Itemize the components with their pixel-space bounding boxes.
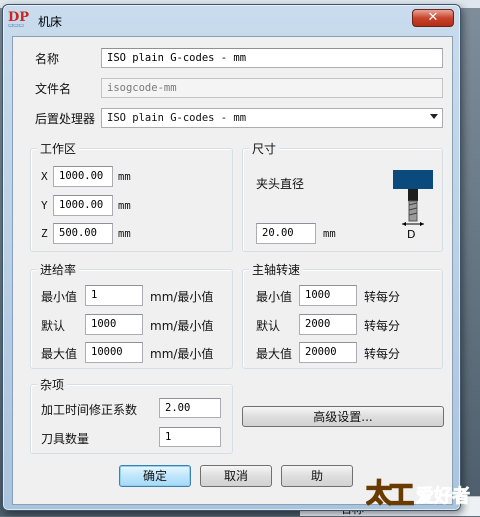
close-icon: ✕ (427, 10, 439, 25)
chuck-diameter-diagram-icon: D (393, 170, 433, 240)
feed-min-unit: mm/最小值 (150, 290, 214, 304)
x-label: X (41, 170, 48, 183)
svg-text:爱好者: 爱好者 (416, 485, 470, 507)
postprocessor-select[interactable]: ISO plain G-codes - mm (101, 108, 443, 128)
spindle-max-input[interactable]: 20000 (299, 342, 357, 363)
chevron-down-icon (430, 114, 438, 119)
feed-max-input[interactable]: 10000 (85, 342, 143, 363)
spindle-max-label: 最大值 (256, 347, 293, 361)
cancel-button[interactable]: 取消 (200, 465, 272, 487)
size-title: 尺寸 (249, 140, 280, 157)
machine-dialog: DP ▭▭▭ 机床 ✕ 名称 ISO plain G-codes - mm 文件名… (2, 4, 461, 511)
ok-button[interactable]: 确定 (119, 465, 191, 487)
y-unit: mm (118, 200, 131, 212)
spindle-min-input[interactable]: 1000 (299, 285, 357, 306)
help-button[interactable]: 助 (281, 465, 353, 487)
spindle-max-unit: 转每分 (364, 347, 401, 361)
name-input[interactable]: ISO plain G-codes - mm (101, 48, 443, 68)
feed-min-input[interactable]: 1 (85, 285, 143, 306)
x-unit: mm (118, 171, 131, 183)
svg-text:工: 工 (388, 481, 414, 511)
filename-label: 文件名 (35, 82, 72, 96)
watermark-logo: 太 工 爱好者 (366, 478, 470, 512)
feed-max-unit: mm/最小值 (150, 347, 214, 361)
z-label: Z (41, 227, 48, 240)
help-button-label: 助 (310, 469, 323, 483)
spindle-default-label: 默认 (256, 319, 281, 333)
dialog-client-area: 名称 ISO plain G-codes - mm 文件名 isogcode-m… (12, 36, 453, 505)
misc-title: 杂项 (37, 376, 68, 393)
z-input[interactable]: 500.00 (53, 223, 113, 244)
feed-default-label: 默认 (41, 319, 66, 333)
z-unit: mm (118, 228, 131, 240)
time-factor-label: 加工时间修正系数 (41, 403, 138, 417)
feed-min-label: 最小值 (41, 290, 78, 304)
spindle-default-unit: 转每分 (364, 319, 401, 333)
workarea-title: 工作区 (37, 140, 80, 157)
chuck-diameter-symbol: D (407, 228, 415, 240)
advanced-settings-button[interactable]: 高级设置... (242, 406, 444, 427)
tool-count-input[interactable]: 1 (159, 427, 221, 447)
feed-default-unit: mm/最小值 (150, 319, 214, 333)
chuck-diameter-input[interactable]: 20.00 (256, 223, 316, 244)
tool-count-label: 刀具数量 (41, 432, 90, 446)
y-label: Y (41, 199, 48, 212)
time-factor-input[interactable]: 2.00 (159, 398, 221, 418)
chuck-diameter-unit: mm (323, 228, 336, 240)
name-label: 名称 (35, 52, 60, 66)
app-logo-icon: DP ▭▭▭ (8, 10, 30, 29)
feed-default-input[interactable]: 1000 (85, 314, 143, 335)
spindle-min-label: 最小值 (256, 290, 293, 304)
spindle-title: 主轴转速 (249, 261, 304, 278)
spindle-default-input[interactable]: 2000 (299, 314, 357, 335)
filename-input: isogcode-mm (101, 78, 443, 98)
x-input[interactable]: 1000.00 (53, 166, 113, 187)
chuck-diameter-label: 夹头直径 (256, 177, 305, 191)
dialog-titlebar[interactable]: DP ▭▭▭ 机床 ✕ (3, 5, 460, 35)
y-input[interactable]: 1000.00 (53, 195, 113, 216)
feedrate-title: 进给率 (37, 261, 80, 278)
dialog-title: 机床 (38, 15, 63, 29)
close-button[interactable]: ✕ (412, 9, 454, 27)
postprocessor-label: 后置处理器 (35, 112, 96, 126)
postprocessor-value: ISO plain G-codes - mm (107, 112, 247, 124)
feed-max-label: 最大值 (41, 347, 78, 361)
spindle-min-unit: 转每分 (364, 290, 401, 304)
